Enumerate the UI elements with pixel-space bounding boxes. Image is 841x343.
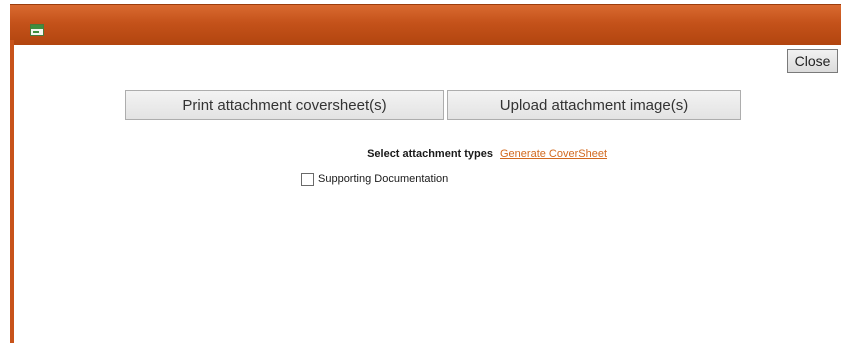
- close-button[interactable]: Close: [787, 49, 838, 73]
- generate-coversheet-link[interactable]: Generate CoverSheet: [500, 148, 607, 160]
- title-bar[interactable]: [10, 4, 841, 45]
- supporting-documentation-label[interactable]: Supporting Documentation: [318, 173, 448, 185]
- upload-image-button[interactable]: Upload attachment image(s): [447, 90, 741, 120]
- attachment-type-option[interactable]: Supporting Documentation: [301, 171, 448, 187]
- attachment-types-row: Select attachment types Generate CoverSh…: [0, 148, 841, 164]
- window-left-border: [10, 40, 14, 343]
- left-margin: [0, 0, 10, 343]
- dialog-window: Close Print attachment coversheet(s) Upl…: [0, 0, 841, 343]
- print-coversheet-button[interactable]: Print attachment coversheet(s): [125, 90, 444, 120]
- select-attachment-types-label: Select attachment types: [367, 148, 493, 160]
- window-app-icon: [30, 24, 44, 36]
- supporting-documentation-checkbox[interactable]: [301, 172, 314, 186]
